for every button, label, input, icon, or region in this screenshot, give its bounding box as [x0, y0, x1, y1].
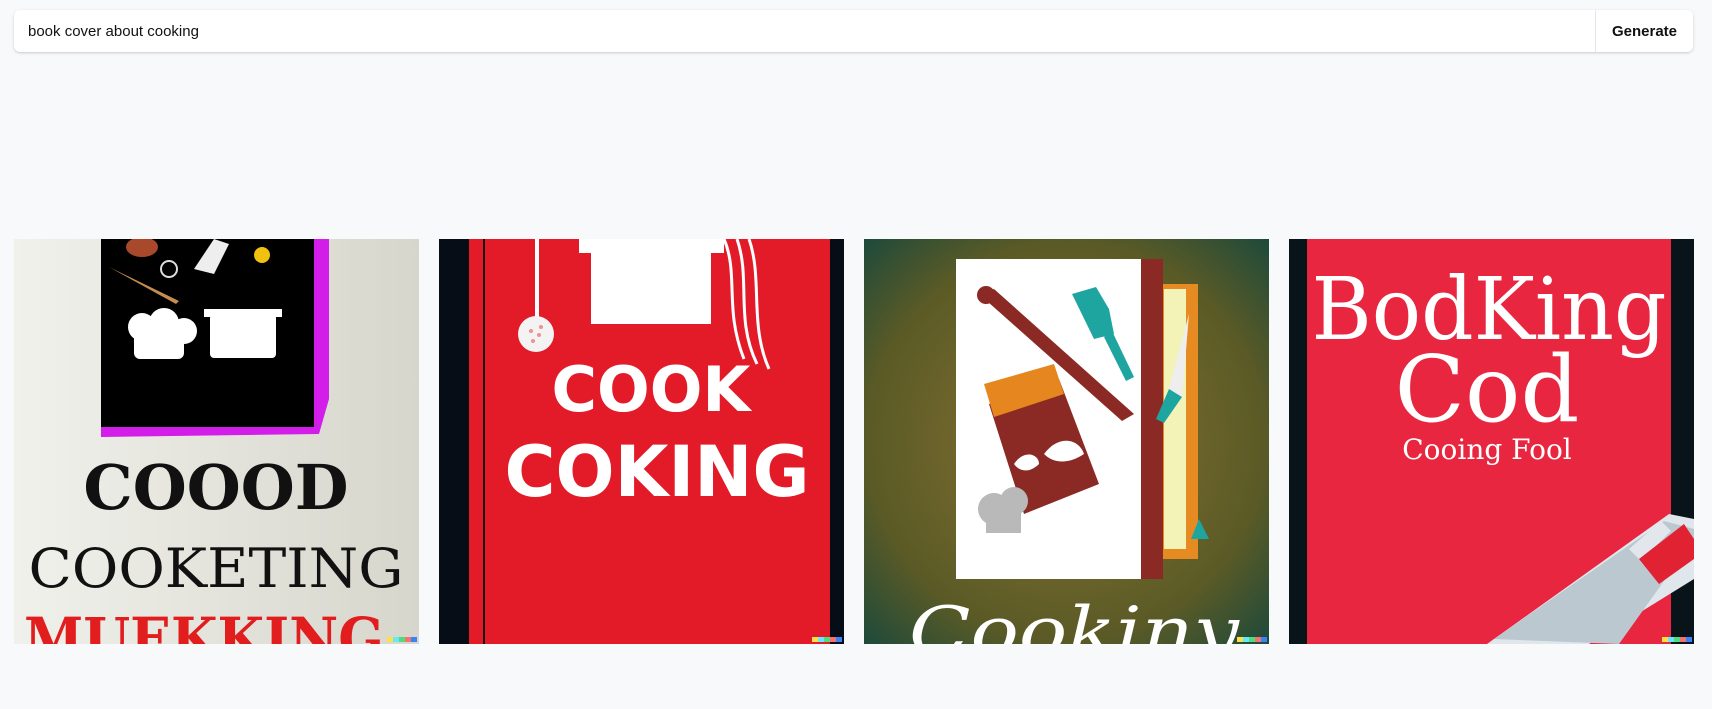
watermark-strip	[812, 637, 842, 642]
generate-button[interactable]: Generate	[1595, 10, 1693, 52]
wm-swatch	[836, 637, 842, 642]
wm-swatch	[1261, 637, 1267, 642]
generated-image-1[interactable]: COOOD COOKETING MUEKKING	[14, 239, 419, 644]
book-cover-3: Cookiny	[864, 239, 1269, 644]
book-cover-1: COOOD COOKETING MUEKKING	[14, 239, 419, 644]
cover-subtitle: Cod	[1395, 336, 1580, 443]
generated-image-4[interactable]: BodKing Cod Cooing Fool	[1289, 239, 1694, 644]
book-cover-2: COOK COKING	[439, 239, 844, 644]
cover-tagline: Cooing Fool	[1402, 433, 1572, 466]
cover-title: Cookiny	[909, 593, 1240, 644]
prompt-input[interactable]	[14, 10, 1595, 52]
cover-title: COOOD	[83, 451, 348, 524]
cover-subtitle: COOKETING	[29, 537, 404, 600]
wm-swatch	[411, 637, 417, 642]
generated-image-2[interactable]: COOK COKING	[439, 239, 844, 644]
prompt-bar: Generate	[14, 10, 1693, 52]
cover-subtitle: COKING	[505, 431, 810, 513]
watermark-strip	[1237, 637, 1267, 642]
wm-swatch	[1686, 637, 1692, 642]
cover-title: COOK	[552, 353, 753, 426]
generated-image-3[interactable]: Cookiny	[864, 239, 1269, 644]
watermark-strip	[1662, 637, 1692, 642]
watermark-strip	[387, 637, 417, 642]
book-cover-4: BodKing Cod Cooing Fool	[1289, 239, 1694, 644]
cover-tagline: MUEKKING	[24, 605, 384, 644]
